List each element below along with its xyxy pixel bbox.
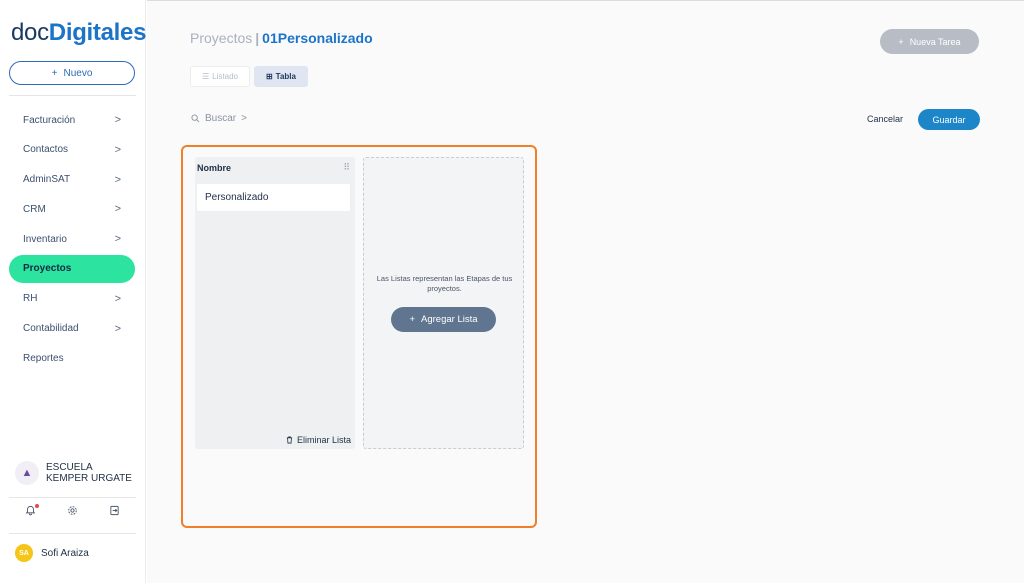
sidebar-item-label: CRM xyxy=(23,203,46,215)
sidebar-item-inventario[interactable]: Inventario > xyxy=(9,225,135,253)
search-label: Buscar xyxy=(205,113,237,124)
divider xyxy=(9,95,136,96)
new-task-button[interactable]: + Nueva Tarea xyxy=(880,29,979,54)
chevron-right-icon: > xyxy=(114,292,121,305)
top-border xyxy=(147,0,1024,1)
add-list-column: Las Listas representan las Etapas de tus… xyxy=(363,157,524,449)
sidebar-item-label: RH xyxy=(23,293,38,305)
sidebar-item-label: Reportes xyxy=(23,352,64,364)
new-button-label: Nuevo xyxy=(63,67,93,79)
new-task-label: Nueva Tarea xyxy=(909,36,961,47)
breadcrumb-section[interactable]: Proyectos xyxy=(190,30,252,46)
brand-logo[interactable]: docDigitales xyxy=(11,19,146,47)
list-column: Nombre ⠿ Personalizado Eliminar Lista xyxy=(195,157,355,449)
divider xyxy=(9,497,136,498)
trash-icon xyxy=(286,436,293,444)
add-list-button[interactable]: + Agregar Lista xyxy=(391,307,496,332)
sidebar-item-facturacion[interactable]: Facturación > xyxy=(9,106,135,134)
chevron-right-icon: > xyxy=(114,143,121,156)
user-name: Sofi Araiza xyxy=(41,547,89,559)
chevron-right-icon: > xyxy=(114,114,121,126)
list-view-icon: ☰ xyxy=(202,72,210,81)
organization-name: ESCUELA KEMPER URGATE xyxy=(46,462,132,484)
drag-handle-icon[interactable]: ⠿ xyxy=(343,162,350,173)
sidebar: docDigitales + Nuevo Facturación > Conta… xyxy=(0,0,146,583)
tab-tabla[interactable]: ⊞ Tabla xyxy=(253,66,308,87)
sidebar-icon-row xyxy=(9,504,136,519)
sidebar-item-proyectos[interactable]: Proyectos xyxy=(9,254,135,283)
chevron-right-icon: > xyxy=(241,113,247,124)
organization-logo-icon: ▲ xyxy=(15,461,39,485)
cancel-button[interactable]: Cancelar xyxy=(867,114,903,124)
logout-icon[interactable] xyxy=(109,505,120,519)
sidebar-item-label: Inventario xyxy=(23,233,67,245)
sidebar-item-crm[interactable]: CRM > xyxy=(9,195,135,223)
sidebar-item-label: Contactos xyxy=(23,144,69,156)
delete-list-button[interactable]: Eliminar Lista xyxy=(286,435,351,445)
plus-icon: + xyxy=(51,67,58,79)
chevron-right-icon: > xyxy=(114,173,121,186)
search-icon xyxy=(191,114,200,123)
project-name: 01Personalizado xyxy=(262,30,373,46)
main-content: Proyectos | 01Personalizado + Nueva Tarea … xyxy=(147,0,1024,583)
table-view-icon: ⊞ xyxy=(265,72,273,81)
sidebar-item-reportes[interactable]: Reportes xyxy=(9,344,135,372)
search-toggle[interactable]: Buscar > xyxy=(191,113,247,124)
tab-listado[interactable]: ☰ Listado xyxy=(190,66,250,87)
organization-switcher[interactable]: ▲ ESCUELA KEMPER URGATE xyxy=(15,461,137,485)
sidebar-item-label: AdminSAT xyxy=(23,174,71,186)
sidebar-item-contactos[interactable]: Contactos > xyxy=(9,136,135,164)
save-button[interactable]: Guardar xyxy=(918,109,980,130)
chevron-right-icon: > xyxy=(114,322,121,335)
page-title: Proyectos | 01Personalizado xyxy=(190,30,373,46)
add-list-description: Las Listas representan las Etapas de tus… xyxy=(376,274,513,293)
sidebar-item-label: Proyectos xyxy=(23,263,72,275)
chevron-right-icon: > xyxy=(114,203,121,216)
sidebar-item-label: Contabilidad xyxy=(23,323,79,335)
sidebar-item-rh[interactable]: RH > xyxy=(9,285,135,313)
view-tabs: ☰ Listado ⊞ Tabla xyxy=(190,66,308,87)
settings-gear-icon[interactable] xyxy=(67,505,78,519)
plus-icon: + xyxy=(409,314,416,325)
plus-icon: + xyxy=(898,36,904,47)
new-button[interactable]: + Nuevo xyxy=(9,61,135,85)
sidebar-nav: Facturación > Contactos > AdminSAT > CRM… xyxy=(9,106,135,374)
notifications-bell-icon[interactable] xyxy=(25,504,39,519)
sidebar-item-contabilidad[interactable]: Contabilidad > xyxy=(9,315,135,343)
user-profile[interactable]: SA Sofi Araiza xyxy=(15,544,89,562)
divider xyxy=(9,533,136,534)
sidebar-item-label: Facturación xyxy=(23,114,76,126)
list-title[interactable]: Nombre xyxy=(197,163,231,173)
chevron-right-icon: > xyxy=(114,233,121,246)
avatar: SA xyxy=(15,544,33,562)
sidebar-item-adminsat[interactable]: AdminSAT > xyxy=(9,166,135,194)
lists-board: Nombre ⠿ Personalizado Eliminar Lista La… xyxy=(181,145,537,528)
list-item[interactable]: Personalizado xyxy=(197,184,350,211)
